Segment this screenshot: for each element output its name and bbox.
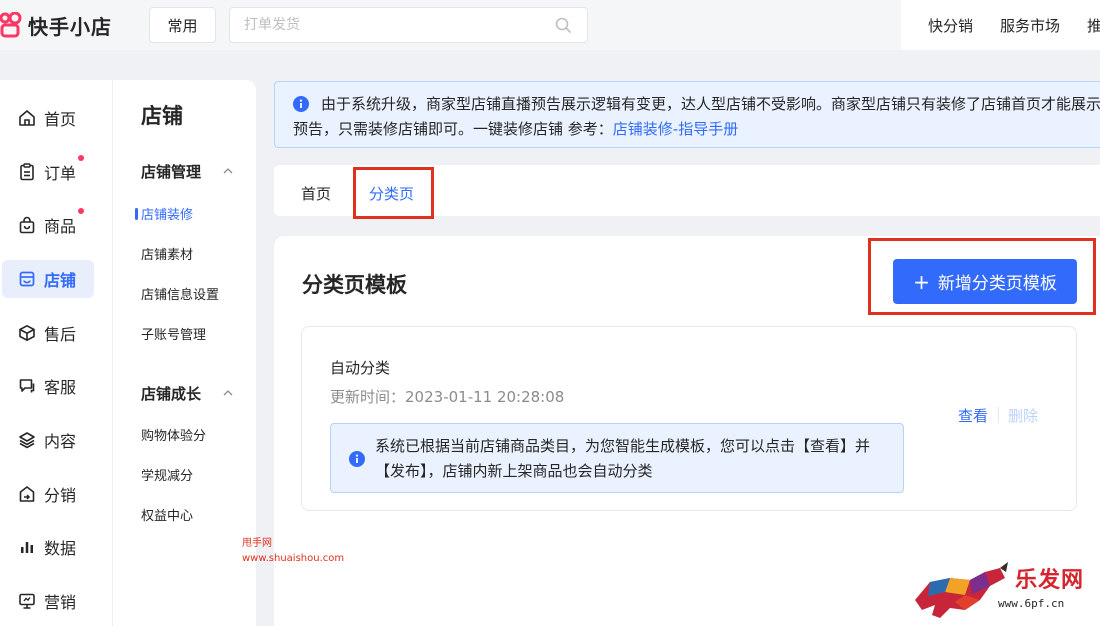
action-divider <box>998 407 999 423</box>
template-name: 自动分类 <box>330 359 391 377</box>
top-nav-promo[interactable]: 推 <box>1087 15 1100 36</box>
highlight-box-tab <box>353 167 434 219</box>
group-store-growth[interactable]: 店铺成长 <box>141 383 201 404</box>
chevron-up-icon[interactable] <box>223 168 233 174</box>
top-nav: 快分销 服务市场 推 <box>901 0 1100 50</box>
monitor-icon <box>19 593 35 609</box>
watermark-line2: www.shuaishou.com <box>242 553 345 564</box>
store-icon <box>19 271 35 287</box>
products-badge-dot <box>78 208 84 214</box>
top-bar: 快手小店 常用 快分销 服务市场 推 <box>0 0 1100 50</box>
page-title: 分类页模板 <box>302 273 407 297</box>
delete-link[interactable]: 删除 <box>1008 405 1038 426</box>
search-box[interactable] <box>229 7 588 43</box>
sidebar-item-label: 内容 <box>44 432 77 451</box>
sidebar-item-home[interactable]: 首页 <box>2 99 94 137</box>
subnav-title: 店铺 <box>141 104 183 128</box>
notice-text: 由于系统升级，商家型店铺直播预告展示逻辑有变更，达人型店铺不受影响。商家型店铺只… <box>293 92 1100 142</box>
subnav-item-rule-deduction[interactable]: 学规减分 <box>141 465 193 484</box>
subnav-item-store-decoration[interactable]: 店铺装修 <box>135 204 193 223</box>
sidebar-item-label: 首页 <box>44 110 77 129</box>
main-sidebar: 首页 订单 商品 店铺 售后 客服 内容 分销 数据 营销 <box>0 80 112 626</box>
app-logo[interactable]: 快手小店 <box>0 10 112 40</box>
store-subnav: 店铺 店铺管理 店铺装修 店铺素材 店铺信息设置 子账号管理 店铺成长 购物体验… <box>112 80 256 626</box>
top-nav-service-market[interactable]: 服务市场 <box>1000 15 1060 36</box>
subnav-item-rights-center[interactable]: 权益中心 <box>141 505 193 524</box>
common-button[interactable]: 常用 <box>149 7 216 43</box>
system-notice: 由于系统升级，商家型店铺直播预告展示逻辑有变更，达人型店铺不受影响。商家型店铺只… <box>274 81 1100 148</box>
subnav-item-store-info[interactable]: 店铺信息设置 <box>141 284 219 303</box>
sidebar-item-store[interactable]: 店铺 <box>2 260 94 298</box>
view-link[interactable]: 查看 <box>958 405 988 426</box>
tip-text: 系统已根据当前店铺商品类目，为您智能生成模板，您可以点击【查看】并【发布】，店铺… <box>375 437 871 480</box>
group-store-management[interactable]: 店铺管理 <box>141 161 201 182</box>
chevron-up-icon[interactable] <box>223 390 233 396</box>
sidebar-item-data[interactable]: 数据 <box>2 528 94 566</box>
subnav-item-shopping-score[interactable]: 购物体验分 <box>141 425 206 444</box>
subnav-item-store-materials[interactable]: 店铺素材 <box>141 244 193 263</box>
top-nav-kuaifenxiao[interactable]: 快分销 <box>928 15 973 36</box>
guide-manual-link[interactable]: 店铺装修-指导手册 <box>613 120 738 138</box>
home-icon <box>19 110 35 126</box>
orders-badge-dot <box>78 155 84 161</box>
updated-label: 更新时间： <box>330 388 406 406</box>
sidebar-item-label: 商品 <box>44 217 77 236</box>
order-icon <box>20 163 34 181</box>
share-icon <box>19 486 35 502</box>
sidebar-item-label: 分销 <box>44 486 77 505</box>
sidebar-item-distribution[interactable]: 分销 <box>2 475 94 513</box>
product-bag-icon <box>19 216 35 234</box>
sidebar-item-content[interactable]: 内容 <box>2 421 94 459</box>
template-tip: 系统已根据当前店铺商品类目，为您智能生成模板，您可以点击【查看】并【发布】，店铺… <box>330 423 904 493</box>
sidebar-item-label: 客服 <box>44 378 77 397</box>
watermark-line1: 甩手网 <box>242 538 272 549</box>
watermark-shuaishou: 甩手网 www.shuaishou.com <box>242 536 344 566</box>
sidebar-item-marketing[interactable]: 营销 <box>2 582 94 620</box>
info-icon <box>349 451 365 467</box>
box-icon <box>19 325 35 341</box>
sidebar-item-label: 店铺 <box>44 271 77 290</box>
updated-value: 2023-01-11 20:28:08 <box>405 388 565 406</box>
watermark-lefa-title: 乐发网 <box>1015 567 1085 593</box>
watermark-lefa-url: www.6pf.cn <box>998 597 1065 610</box>
kuaishou-logo-icon <box>0 12 22 38</box>
template-item: 自动分类 更新时间：2023-01-11 20:28:08 系统已根据当前店铺商… <box>301 326 1077 511</box>
tab-home[interactable]: 首页 <box>301 183 331 204</box>
sidebar-item-aftersale[interactable]: 售后 <box>2 314 94 352</box>
sidebar-item-label: 售后 <box>44 325 77 344</box>
highlight-box-add-button <box>868 238 1096 315</box>
subnav-item-sub-accounts[interactable]: 子账号管理 <box>141 324 206 343</box>
sidebar-item-label: 数据 <box>44 539 77 558</box>
template-updated-time: 更新时间：2023-01-11 20:28:08 <box>330 386 564 407</box>
sidebar-item-label: 订单 <box>44 164 77 183</box>
sidebar-item-label: 营销 <box>44 593 77 612</box>
search-icon[interactable] <box>555 17 571 33</box>
sidebar-item-customer-service[interactable]: 客服 <box>2 367 94 405</box>
search-input[interactable] <box>230 8 530 42</box>
bar-chart-icon <box>21 542 33 553</box>
layers-icon <box>19 432 35 449</box>
chat-icon <box>19 379 35 393</box>
app-logo-text: 快手小店 <box>28 14 112 39</box>
